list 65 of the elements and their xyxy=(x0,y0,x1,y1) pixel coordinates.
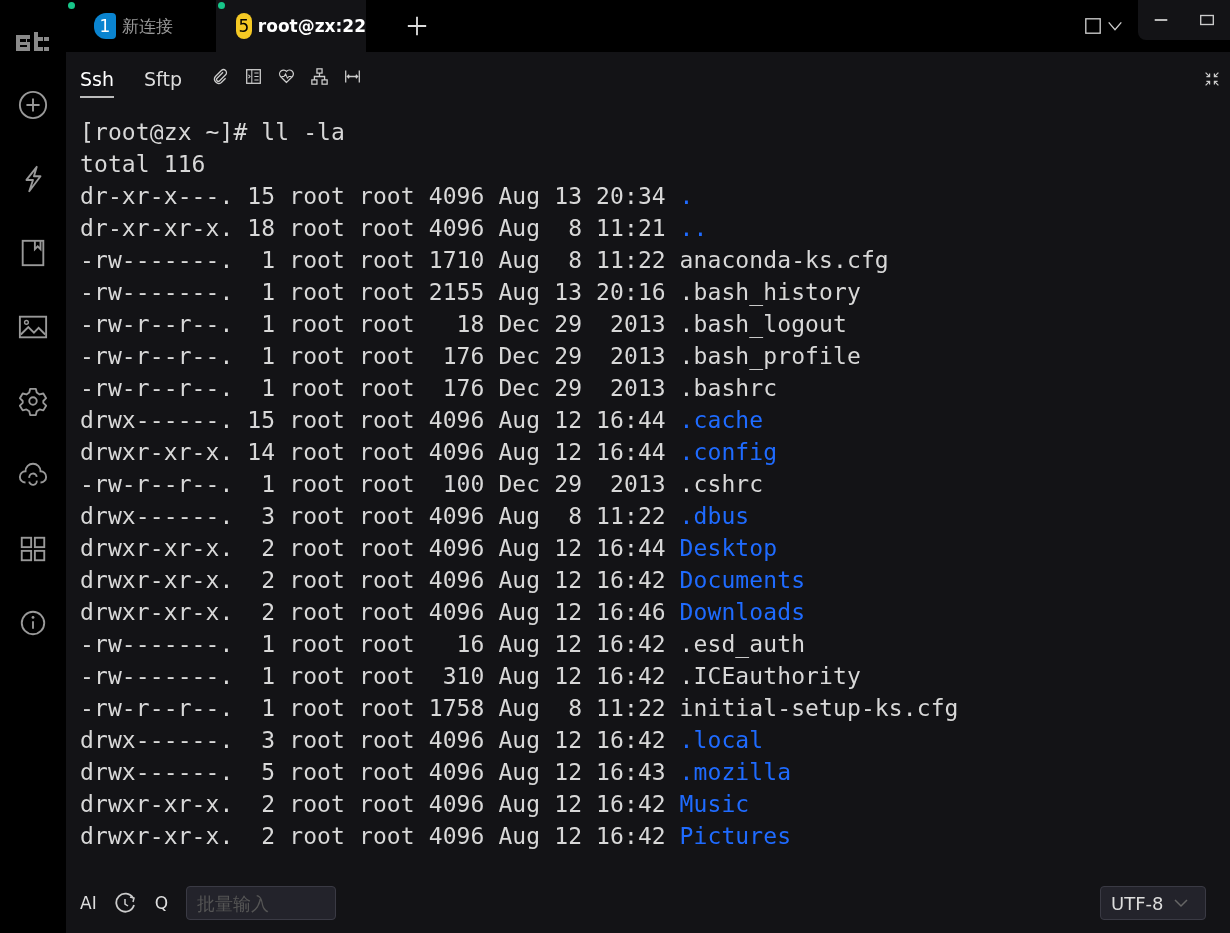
file-name: .bash_profile xyxy=(679,342,861,372)
session-tab[interactable]: 5 root@zx:22 xyxy=(216,0,366,52)
file-info: -rw-------. 1 root root 2155 Aug 13 20:16 xyxy=(80,278,666,307)
file-name: .. xyxy=(679,214,708,243)
output-line: total 116 xyxy=(80,150,207,179)
file-info: -rw-------. 1 root root 310 Aug 12 16:42 xyxy=(80,662,666,691)
file-info: drwxr-xr-x. 14 root root 4096 Aug 12 16:44 xyxy=(80,438,666,467)
file-name: .cache xyxy=(679,406,764,435)
file-info: dr-xr-xr-x. 18 root root 4096 Aug 8 11:21 xyxy=(80,214,666,243)
settings-icon[interactable] xyxy=(18,386,48,416)
file-info: dr-xr-x---. 15 root root 4096 Aug 13 20:34 xyxy=(80,182,666,211)
file-name: Desktop xyxy=(679,534,778,563)
file-name: .ICEauthority xyxy=(679,662,861,691)
paperclip-icon[interactable] xyxy=(211,67,229,85)
session-tab[interactable]: 1 新连接 xyxy=(66,0,216,52)
file-name: Documents xyxy=(679,566,806,595)
file-info: drwx------. 15 root root 4096 Aug 12 16:44 xyxy=(80,406,666,435)
plus-icon[interactable] xyxy=(406,15,428,37)
file-name: .esd_auth xyxy=(679,630,806,660)
file-name: .bash_history xyxy=(679,278,861,308)
view-tab[interactable]: Sftp xyxy=(144,60,182,98)
file-name: anaconda-ks.cfg xyxy=(679,246,889,275)
file-info: -rw-------. 1 root root 16 Aug 12 16:42 xyxy=(80,630,666,659)
file-info: drwxr-xr-x. 2 root root 4096 Aug 12 16:42 xyxy=(80,566,666,595)
file-info: drwxr-xr-x. 2 root root 4096 Aug 12 16:44 xyxy=(80,534,666,563)
file-info: drwx------. 3 root root 4096 Aug 12 16:42 xyxy=(80,726,666,755)
file-name: .bashrc xyxy=(679,374,778,403)
grid-icon[interactable] xyxy=(18,534,48,564)
ai-button[interactable]: AI xyxy=(80,893,97,913)
file-info: -rw-r--r--. 1 root root 1758 Aug 8 11:22 xyxy=(80,694,666,723)
file-info: -rw-------. 1 root root 1710 Aug 8 11:22 xyxy=(80,246,666,275)
file-info: -rw-r--r--. 1 root root 176 Dec 29 2013 xyxy=(80,374,666,403)
add-icon[interactable] xyxy=(18,90,48,120)
file-info: drwx------. 3 root root 4096 Aug 8 11:22 xyxy=(80,502,666,531)
file-name: .bash_logout xyxy=(679,310,847,340)
info-icon[interactable] xyxy=(18,608,48,638)
file-name: initial-setup-ks.cfg xyxy=(679,694,959,723)
tab-badge: 1 xyxy=(94,13,116,39)
file-name: .mozilla xyxy=(679,758,792,787)
file-info: drwxr-xr-x. 2 root root 4096 Aug 12 16:42 xyxy=(80,790,666,819)
encoding-select[interactable]: UTF-8 xyxy=(1100,886,1206,920)
file-info: drwxr-xr-x. 2 root root 4096 Aug 12 16:42 xyxy=(80,822,666,851)
search-button[interactable]: Q xyxy=(154,893,169,913)
split-panel-icon[interactable] xyxy=(244,67,262,85)
file-name: .config xyxy=(679,438,778,467)
history-icon[interactable] xyxy=(114,892,137,914)
file-name: . xyxy=(679,182,694,211)
command-line: [root@zx ~]# ll -la xyxy=(80,118,346,147)
file-info: -rw-r--r--. 1 root root 176 Dec 29 2013 xyxy=(80,342,666,371)
tab-badge: 5 xyxy=(236,13,252,39)
file-name: .dbus xyxy=(679,502,750,531)
square-icon[interactable] xyxy=(1084,17,1102,35)
file-name: Pictures xyxy=(679,822,792,851)
file-name: Music xyxy=(679,790,750,819)
collapse-icon[interactable] xyxy=(1204,71,1220,87)
file-name: .local xyxy=(679,726,764,755)
file-info: drwxr-xr-x. 2 root root 4096 Aug 12 16:46 xyxy=(80,598,666,627)
file-info: -rw-r--r--. 1 root root 18 Dec 29 2013 xyxy=(80,310,666,339)
file-info: -rw-r--r--. 1 root root 100 Dec 29 2013 xyxy=(80,470,666,499)
file-name: Downloads xyxy=(679,598,806,627)
view-tab[interactable]: Ssh xyxy=(80,60,114,98)
file-name: .cshrc xyxy=(679,470,764,499)
file-info: drwx------. 5 root root 4096 Aug 12 16:43 xyxy=(80,758,666,787)
heart-pulse-icon[interactable] xyxy=(277,67,295,85)
network-icon[interactable] xyxy=(310,67,328,85)
